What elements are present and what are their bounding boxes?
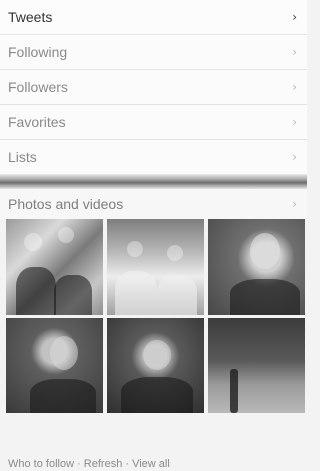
who-to-follow-footer[interactable]: Who to follow · Refresh · View all [8, 458, 170, 470]
nav-item-lists[interactable]: Lists › [0, 140, 307, 175]
nav-item-followers[interactable]: Followers › [0, 70, 307, 105]
chevron-right-icon: › [292, 44, 297, 59]
nav-item-label: Tweets [8, 8, 53, 25]
section-divider [0, 175, 307, 189]
photo-stadium-field-thumbnail[interactable] [208, 318, 305, 413]
nav-item-label: Favorites [8, 113, 66, 130]
chevron-right-icon: › [292, 149, 297, 164]
section-title: Photos and videos [8, 196, 124, 212]
nav-item-label: Followers [8, 78, 68, 95]
photo-player-portrait-thumbnail[interactable] [208, 219, 305, 315]
profile-nav-list: Tweets › Following › Followers › Favorit… [0, 0, 307, 175]
nav-item-favorites[interactable]: Favorites › [0, 105, 307, 140]
nav-item-following[interactable]: Following › [0, 35, 307, 70]
media-grid [0, 219, 307, 413]
photos-videos-header[interactable]: Photos and videos › [0, 189, 307, 219]
photo-coach-press-conference-thumbnail[interactable] [107, 318, 204, 413]
photo-player-interview-thumbnail[interactable] [6, 318, 103, 413]
chevron-right-icon: › [292, 114, 297, 129]
chevron-right-icon: › [292, 9, 297, 24]
chevron-right-icon: › [292, 197, 297, 211]
photo-crowd-celebration-thumbnail[interactable] [6, 219, 103, 315]
nav-item-label: Following [8, 43, 68, 60]
nav-item-tweets[interactable]: Tweets › [0, 0, 307, 35]
chevron-right-icon: › [292, 79, 297, 94]
photo-football-players-thumbnail[interactable] [107, 219, 204, 315]
nav-item-label: Lists [8, 148, 37, 165]
